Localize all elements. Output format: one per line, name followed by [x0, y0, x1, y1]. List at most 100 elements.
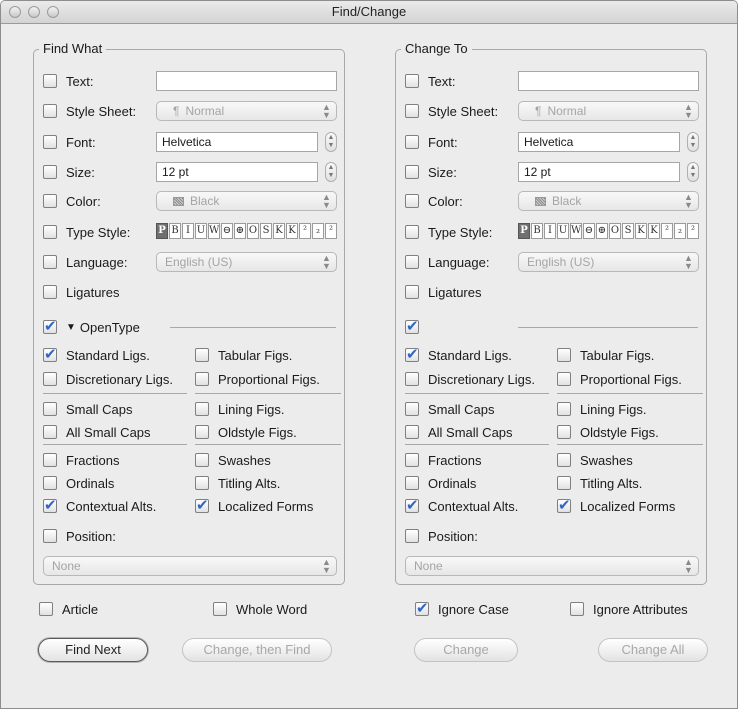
find-ot-left-4[interactable]: Fractions [43, 450, 119, 470]
change-type-style-button[interactable]: W [570, 223, 582, 239]
article-option[interactable]: Article [39, 599, 98, 619]
change-ot-right-6-checkbox[interactable] [557, 496, 571, 514]
find-type-style-button[interactable]: I [182, 223, 194, 239]
change-type-style-button[interactable]: ² [661, 223, 673, 239]
find-font-input[interactable]: Helvetica [156, 132, 318, 152]
find-type-style-button[interactable]: ⊖ [221, 223, 233, 239]
find-language-popup[interactable]: English (US) ▲ ▼ [156, 252, 337, 272]
find-ot-left-1[interactable]: Discretionary Ligs. [43, 369, 173, 389]
change-type-style-button[interactable]: ⊖ [583, 223, 595, 239]
change-ot-left-6[interactable]: Contextual Alts. [405, 496, 518, 516]
find-size-stepper-icon[interactable]: ▲ ▼ [325, 162, 337, 182]
change-type-style-button[interactable]: S [622, 223, 634, 239]
find-size-input[interactable]: 12 pt [156, 162, 318, 182]
change-type-style-checkbox[interactable] [405, 225, 419, 239]
find-language[interactable]: Language: [43, 252, 127, 272]
find-ot-left-2[interactable]: Small Caps [43, 399, 132, 419]
find-ot-right-6-checkbox[interactable] [195, 496, 209, 514]
change-ot-left-1-checkbox[interactable] [405, 372, 419, 386]
find-ot-left-3-checkbox[interactable] [43, 425, 57, 439]
whole-word-option[interactable]: Whole Word [213, 599, 307, 619]
find-position-checkbox[interactable] [43, 529, 57, 543]
find-style-sheet[interactable]: Style Sheet: [43, 101, 136, 121]
change-then-find-button[interactable]: Change, then Find [182, 638, 332, 662]
change-language-popup[interactable]: English (US) ▲ ▼ [518, 252, 699, 272]
change-text[interactable]: Text: [405, 71, 455, 91]
change-ot-right-5-checkbox[interactable] [557, 476, 571, 490]
change-type-style-button[interactable]: B [531, 223, 543, 239]
find-type-style-button[interactable]: ² [299, 223, 311, 239]
change-text-input[interactable] [518, 71, 699, 91]
find-ot-right-1-checkbox[interactable] [195, 372, 209, 386]
whole-word-checkbox[interactable] [213, 602, 227, 616]
find-ot-left-5[interactable]: Ordinals [43, 473, 114, 493]
find-text[interactable]: Text: [43, 71, 93, 91]
change-type-style-button[interactable]: P [518, 223, 530, 239]
change-type-style-button[interactable]: ² [687, 223, 699, 239]
find-type-style-button[interactable]: P [156, 223, 168, 239]
find-font-stepper-icon[interactable]: ▲ ▼ [325, 132, 337, 152]
change-text-checkbox[interactable] [405, 74, 419, 88]
change-ot-right-2-checkbox[interactable] [557, 402, 571, 416]
change-ot-left-4-checkbox[interactable] [405, 453, 419, 467]
find-type-style[interactable]: Type Style: [43, 222, 130, 242]
find-ot-left-6[interactable]: Contextual Alts. [43, 496, 156, 516]
find-type-style-button[interactable]: W [208, 223, 220, 239]
find-color[interactable]: Color: [43, 191, 101, 211]
ignore-case-option[interactable]: Ignore Case [415, 599, 509, 619]
find-type-style-checkbox[interactable] [43, 225, 57, 239]
ignore-case-checkbox[interactable] [415, 599, 429, 617]
find-color-popup[interactable]: Black ▲ ▼ [156, 191, 337, 211]
change-position[interactable]: Position: [405, 526, 478, 546]
find-type-style-button[interactable]: S [260, 223, 272, 239]
find-ot-left-3[interactable]: All Small Caps [43, 422, 151, 442]
find-ot-right-0-checkbox[interactable] [195, 348, 209, 362]
ignore-attributes-checkbox[interactable] [570, 602, 584, 616]
find-ot-left-0[interactable]: Standard Ligs. [43, 345, 150, 365]
ignore-attributes-option[interactable]: Ignore Attributes [570, 599, 688, 619]
find-type-style-button[interactable]: K [286, 223, 298, 239]
change-ot-left-2[interactable]: Small Caps [405, 399, 494, 419]
change-type-style[interactable]: Type Style: [405, 222, 492, 242]
change-ot-left-6-checkbox[interactable] [405, 496, 419, 514]
find-ot-left-4-checkbox[interactable] [43, 453, 57, 467]
article-checkbox[interactable] [39, 602, 53, 616]
change-type-style-button[interactable]: O [609, 223, 621, 239]
find-ot-right-2[interactable]: Lining Figs. [195, 399, 284, 419]
find-style-sheet-checkbox[interactable] [43, 104, 57, 118]
find-language-checkbox[interactable] [43, 255, 57, 269]
change-ligatures-checkbox[interactable] [405, 285, 419, 299]
find-ot-right-1[interactable]: Proportional Figs. [195, 369, 320, 389]
change-ot-right-1[interactable]: Proportional Figs. [557, 369, 682, 389]
change-position-checkbox[interactable] [405, 529, 419, 543]
find-color-checkbox[interactable] [43, 194, 57, 208]
change-ot-right-3-checkbox[interactable] [557, 425, 571, 439]
find-ot-right-0[interactable]: Tabular Figs. [195, 345, 292, 365]
change-ot-left-3-checkbox[interactable] [405, 425, 419, 439]
change-ot-left-3[interactable]: All Small Caps [405, 422, 513, 442]
change-font[interactable]: Font: [405, 132, 458, 152]
find-text-checkbox[interactable] [43, 74, 57, 88]
disclosure-triangle-icon[interactable]: ▼ [66, 322, 76, 333]
change-style-sheet[interactable]: Style Sheet: [405, 101, 498, 121]
change-all-button[interactable]: Change All [598, 638, 708, 662]
change-ot-right-4-checkbox[interactable] [557, 453, 571, 467]
change-ot-right-2[interactable]: Lining Figs. [557, 399, 646, 419]
change-size-input[interactable]: 12 pt [518, 162, 680, 182]
change-type-style-button[interactable]: K [635, 223, 647, 239]
find-ot-left-0-checkbox[interactable] [43, 345, 57, 363]
find-position-popup[interactable]: None ▲ ▼ [43, 556, 337, 576]
find-ot-left-1-checkbox[interactable] [43, 372, 57, 386]
find-ot-left-2-checkbox[interactable] [43, 402, 57, 416]
change-ot-left-0-checkbox[interactable] [405, 345, 419, 363]
change-ot-left-5-checkbox[interactable] [405, 476, 419, 490]
change-position-popup[interactable]: None ▲ ▼ [405, 556, 699, 576]
find-ot-right-4[interactable]: Swashes [195, 450, 271, 470]
change-size-stepper-icon[interactable]: ▲ ▼ [687, 162, 699, 182]
change-style-sheet-popup[interactable]: ¶ Normal ▲ ▼ [518, 101, 699, 121]
change-ot-left-4[interactable]: Fractions [405, 450, 481, 470]
find-type-style-button[interactable]: U [195, 223, 207, 239]
change-type-style-button[interactable]: ₂ [674, 223, 686, 239]
find-ot-right-2-checkbox[interactable] [195, 402, 209, 416]
find-style-sheet-popup[interactable]: ¶ Normal ▲ ▼ [156, 101, 337, 121]
